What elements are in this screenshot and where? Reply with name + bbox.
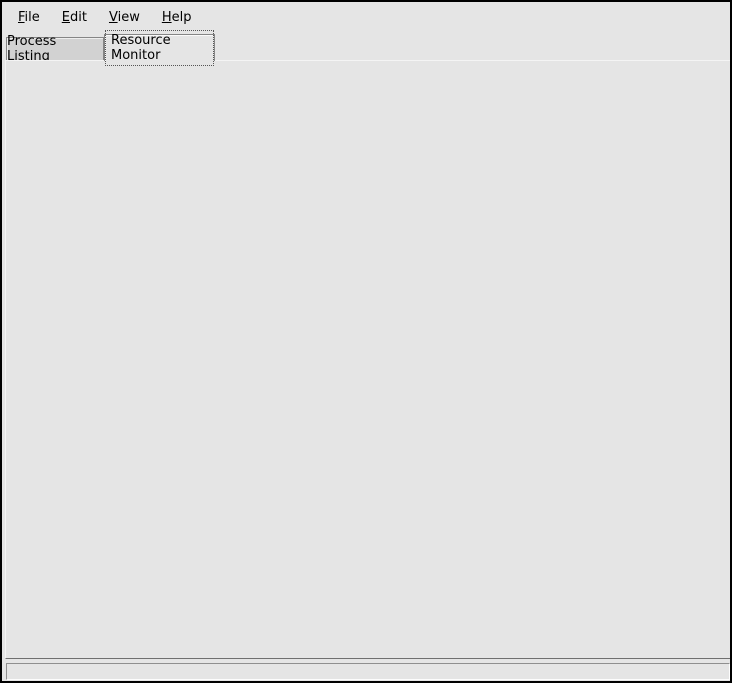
menu-bar: File Edit View Help [3, 3, 729, 31]
menu-file[interactable]: File [7, 6, 51, 29]
status-bar [6, 663, 730, 680]
menu-edit[interactable]: Edit [51, 6, 98, 29]
tab-resource-monitor-label: Resource Monitor [105, 30, 214, 66]
menu-help[interactable]: Help [151, 6, 203, 29]
menu-view[interactable]: View [98, 6, 151, 29]
resource-monitor-page [5, 60, 731, 659]
system-monitor-window: File Edit View Help Process Listing Reso… [0, 0, 732, 683]
tab-resource-monitor[interactable]: Resource Monitor [104, 34, 215, 61]
tab-process-listing[interactable]: Process Listing [6, 37, 104, 60]
